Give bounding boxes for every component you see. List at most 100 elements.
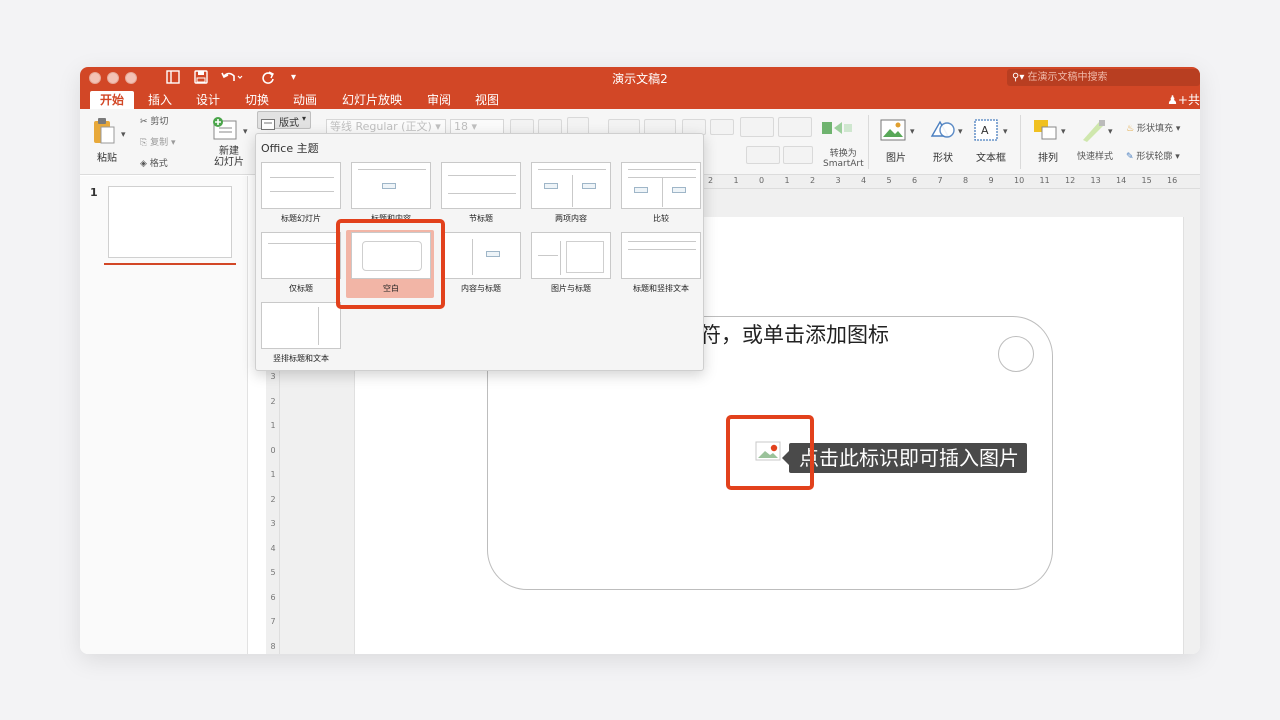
columns-button[interactable] — [778, 117, 812, 137]
ruler-tick-label: 0 — [270, 445, 276, 455]
share-button[interactable]: ♟+共 — [1167, 91, 1200, 109]
new-slide-icon[interactable] — [210, 115, 238, 147]
arrange-icon[interactable] — [1033, 119, 1059, 145]
format-painter-button[interactable]: ◈ 格式 — [140, 156, 168, 169]
tab-animations[interactable]: 动画 — [293, 91, 317, 109]
title-bar: ▾ 演示文稿2 ⚲▾ 在演示文稿中搜索 — [80, 67, 1200, 89]
text-direction-button[interactable] — [746, 146, 780, 164]
tab-design[interactable]: 设计 — [196, 91, 220, 109]
ruler-tick-label: 8 — [270, 641, 276, 651]
placeholder-prompt-text: 符，或单击添加图标 — [700, 323, 889, 347]
ruler-tick-label: 3 — [270, 372, 276, 381]
ruler-tick-label: 10 — [1014, 176, 1025, 185]
picture-icon[interactable] — [880, 119, 906, 145]
paste-icon[interactable] — [92, 117, 116, 149]
layout-button[interactable]: 版式 ▾ — [257, 111, 311, 130]
ruler-tick-label: 1 — [784, 176, 790, 185]
ribbon-separator — [868, 115, 869, 169]
ruler-tick-label: 3 — [835, 176, 841, 185]
ruler-tick-label: 3 — [270, 519, 276, 528]
insertion-marker — [104, 263, 236, 265]
ruler-tick-label: 5 — [886, 176, 892, 185]
copy-icon: ⎘ — [140, 138, 151, 148]
ruler-tick-label: 2 — [270, 396, 276, 406]
search-icon: ⚲▾ — [1012, 72, 1028, 83]
tab-insert[interactable]: 插入 — [148, 91, 172, 109]
ruler-tick-label: 16 — [1167, 176, 1178, 185]
shapes-dropdown-icon[interactable]: ▾ — [958, 127, 963, 137]
ruler-tick-label: 15 — [1141, 176, 1152, 185]
slide-number: 1 — [90, 186, 98, 199]
ruler-tick-label: 1 — [733, 176, 739, 185]
paste-button[interactable]: 粘贴 — [97, 149, 117, 164]
slide-thumbnail[interactable] — [108, 186, 232, 258]
textbox-button[interactable]: 文本框 — [976, 149, 1006, 164]
icon-placeholder-circle[interactable] — [998, 336, 1034, 372]
tab-view[interactable]: 视图 — [475, 91, 499, 109]
textbox-dropdown-icon[interactable]: ▾ — [1003, 127, 1008, 137]
horizontal-ruler: 2 1 0 1 2 3 4 5 6 7 8 9 10 11 12 13 14 15 16 — [702, 175, 1200, 189]
cut-button[interactable]: ✂ 剪切 — [140, 114, 168, 127]
smartart-icon[interactable] — [820, 118, 854, 142]
ruler-tick-label: 8 — [963, 176, 969, 185]
ruler-tick-label: 4 — [861, 176, 867, 185]
ruler-tick-label: 9 — [988, 176, 994, 185]
picture-dropdown-icon[interactable]: ▾ — [910, 127, 915, 137]
picture-icon-highlight-box — [726, 415, 814, 490]
paste-dropdown-icon[interactable]: ▾ — [121, 130, 126, 140]
ruler-tick-label: 0 — [759, 176, 765, 185]
new-slide-button[interactable]: 新建 幻灯片 — [214, 146, 244, 168]
shape-fill-button[interactable]: ♨ 形状填充 ▾ — [1126, 121, 1180, 134]
ruler-tick-label: 4 — [270, 543, 276, 553]
brush-icon: ◈ — [140, 159, 150, 169]
quick-styles-icon[interactable] — [1079, 118, 1109, 146]
ruler-tick-label: 7 — [270, 617, 276, 626]
shapes-button[interactable]: 形状 — [933, 149, 953, 164]
ruler-tick-label: 7 — [937, 176, 943, 185]
tab-transitions[interactable]: 切换 — [245, 91, 269, 109]
tab-slideshow[interactable]: 幻灯片放映 — [342, 91, 402, 109]
ruler-tick-label: 14 — [1116, 176, 1127, 185]
ruler-tick-label: 1 — [270, 421, 276, 430]
powerpoint-window: ▾ 演示文稿2 ⚲▾ 在演示文稿中搜索 开始 插入 设计 切换 动画 幻灯片放映… — [80, 67, 1200, 654]
align-text-button[interactable] — [783, 146, 813, 164]
tab-home[interactable]: 开始 — [90, 91, 135, 109]
quick-styles-dropdown-icon[interactable]: ▾ — [1108, 127, 1113, 137]
ruler-tick-label: 2 — [708, 176, 714, 185]
new-slide-dropdown-icon[interactable]: ▾ — [243, 127, 248, 137]
shape-outline-button[interactable]: ✎ 形状轮廓 ▾ — [1126, 149, 1180, 162]
pen-icon: ✎ — [1126, 152, 1137, 162]
ruler-tick-label: 13 — [1090, 176, 1101, 185]
blank-layout-highlight-box — [336, 219, 445, 309]
layout-gallery-dropdown: Office 主题 标题幻灯片 标题和内容 节标题 两项内容 比较 仅标题 空白… — [255, 133, 704, 371]
arrange-button[interactable]: 排列 — [1038, 149, 1058, 164]
ruler-tick-label: 11 — [1039, 176, 1050, 185]
paint-bucket-icon: ♨ — [1126, 124, 1137, 134]
ruler-tick-label: 5 — [270, 568, 276, 577]
ruler-tick-label: 12 — [1065, 176, 1076, 185]
ruler-tick-label: 2 — [810, 176, 816, 185]
ribbon-separator — [1020, 115, 1021, 169]
arrange-dropdown-icon[interactable]: ▾ — [1061, 127, 1066, 137]
ribbon-tabs: 开始 插入 设计 切换 动画 幻灯片放映 审阅 视图 ♟+共 — [80, 89, 1200, 109]
ruler-tick-label: 6 — [912, 176, 918, 185]
layout-dropdown-icon: ▾ — [302, 114, 307, 123]
picture-button[interactable]: 图片 — [886, 149, 906, 164]
convert-smartart-button[interactable]: 转换为 SmartArt — [823, 149, 864, 169]
scissors-icon: ✂ — [140, 117, 151, 127]
quick-styles-button[interactable]: 快速样式 — [1077, 149, 1113, 162]
insert-picture-tooltip: 点击此标识即可插入图片 — [782, 443, 1027, 473]
line-spacing-button[interactable] — [740, 117, 774, 137]
layout-icon — [261, 115, 275, 134]
ruler-tick-label: 2 — [270, 494, 276, 504]
ruler-tick-label: 6 — [270, 592, 276, 602]
svg-text:A: A — [981, 124, 989, 137]
increase-indent-button[interactable] — [710, 119, 734, 135]
layout-gallery-header: Office 主题 — [261, 142, 319, 155]
search-input[interactable]: ⚲▾ 在演示文稿中搜索 — [1007, 69, 1200, 86]
tab-review[interactable]: 审阅 — [427, 91, 451, 109]
shapes-icon[interactable] — [928, 118, 956, 146]
slide-thumbnail-panel: 1 — [80, 176, 248, 654]
copy-button[interactable]: ⎘ 复制 ▾ — [140, 135, 175, 148]
textbox-icon[interactable]: A — [973, 118, 999, 146]
